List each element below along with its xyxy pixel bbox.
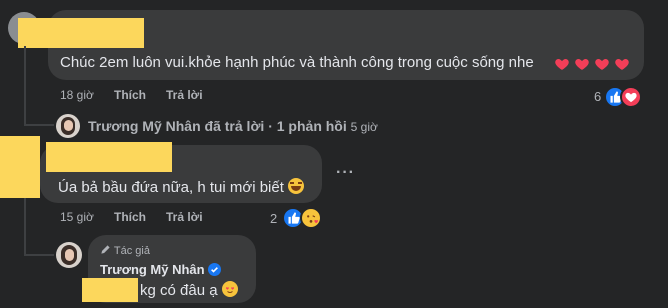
thread-line (24, 254, 54, 256)
thread-line (24, 198, 26, 256)
reaction-count[interactable]: 6 (594, 89, 601, 104)
comment-time[interactable]: 18 giờ (60, 88, 94, 102)
love-face-emoji-icon (221, 281, 238, 297)
reply-button[interactable]: Trả lời (166, 210, 203, 224)
comment-author[interactable]: Trương Mỹ Nhân (100, 262, 222, 277)
reply-button[interactable]: Trả lời (166, 88, 203, 102)
comment-text: kg có đâu ạ (140, 281, 238, 299)
replies-action: đã trả lời (204, 118, 265, 134)
heart-icon (555, 59, 569, 70)
reaction-count[interactable]: 2 (270, 211, 277, 226)
like-button[interactable]: Thích (114, 210, 146, 224)
laugh-emoji-icon (288, 178, 305, 194)
pencil-icon (101, 245, 110, 254)
redacted-name (18, 18, 144, 48)
replies-count[interactable]: 1 phản hồi (277, 118, 347, 134)
redacted-text (82, 278, 138, 302)
like-button[interactable]: Thích (114, 88, 146, 102)
redacted-name (46, 142, 172, 172)
heart-icon (575, 59, 589, 70)
love-react-icon[interactable] (620, 86, 642, 108)
comment-time[interactable]: 15 giờ (60, 210, 94, 224)
thread-line (24, 124, 54, 126)
more-icon[interactable]: ··· (336, 164, 355, 182)
replies-summary[interactable]: Trương Mỹ Nhân đã trả lời · 1 phản hồi 5… (88, 118, 378, 134)
thread-line (24, 46, 26, 126)
kiss-emoji-icon[interactable] (300, 207, 322, 229)
heart-icon (595, 59, 609, 70)
comment-text: Úa bả bầu đứa nữa, h tui mới biết (58, 178, 305, 196)
author-badge: Tác giả (100, 244, 150, 257)
separator: · (268, 118, 273, 134)
verified-icon (208, 263, 222, 276)
replies-author[interactable]: Trương Mỹ Nhân (88, 118, 201, 134)
heart-icon (615, 59, 629, 70)
avatar[interactable] (56, 114, 80, 138)
redacted-avatar (0, 136, 40, 198)
comment-text: Chúc 2em luôn vui.khỏe hạnh phúc và thàn… (60, 54, 534, 71)
replies-time: 5 giờ (350, 120, 378, 134)
avatar[interactable] (56, 242, 82, 268)
